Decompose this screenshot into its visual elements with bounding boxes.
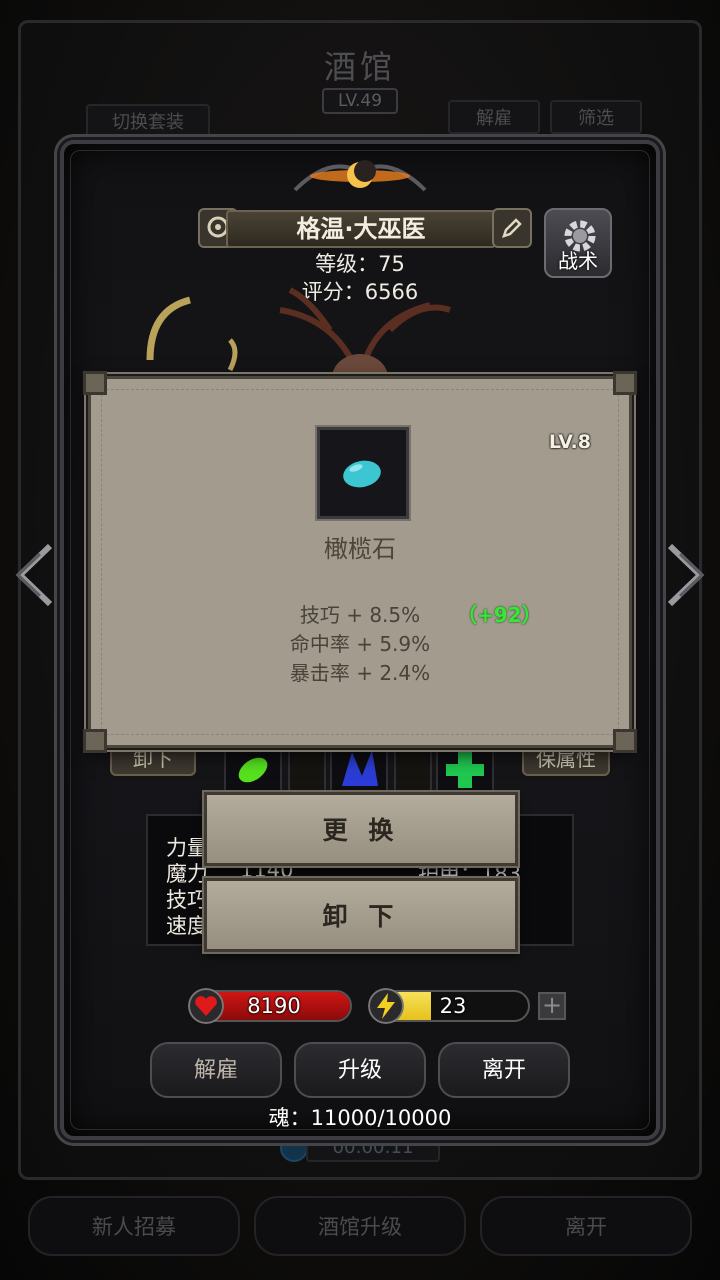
leave-button[interactable]: 离开 [438,1042,570,1098]
attr-speed: 速度 [166,914,208,938]
unequip-button[interactable]: 卸 下 [204,878,518,952]
replace-button[interactable]: 更 换 [204,792,518,866]
equip-slot-green-orb[interactable] [224,744,282,794]
popup-corner-decoration [613,729,637,753]
gem-stat-skill: 技巧 + 8.5% [299,603,421,627]
switch-outfit-button: 切换套装 [86,104,210,138]
edit-icon[interactable] [492,208,532,248]
upgrade-button[interactable]: 升级 [294,1042,426,1098]
tavern-level-badge: LV.49 [322,88,398,114]
gem-name: 橄榄石 [324,535,396,563]
hero-name: 格温·大巫医 [226,210,496,248]
gem-stat-crit: 暴击率 + 2.4% [289,661,431,685]
tavern-title: 酒馆 [323,48,396,86]
popup-corner-decoration [613,371,637,395]
equip-slot-blue-crystal[interactable] [330,744,388,794]
gem-bonus: （+92） [457,603,542,627]
background-leave-button: 离开 [480,1196,692,1256]
gem-level: LV.8 [548,431,591,453]
popup-corner-decoration [83,729,107,753]
add-energy-button[interactable]: + [538,992,566,1020]
soul-counter: 魂：11000/10000 [268,1106,452,1130]
gem-icon-frame [317,427,409,519]
lightning-icon [368,988,404,1024]
dismiss-button[interactable]: 解雇 [150,1042,282,1098]
chevron-right-icon[interactable] [662,540,710,610]
hero-level: 等级：75 [315,252,405,276]
equip-slot-green-cross[interactable] [436,744,494,794]
equip-slot-empty-2[interactable] [394,744,432,794]
heart-icon [188,988,224,1024]
popup-corner-decoration [83,371,107,395]
upgrade-tavern-button: 酒馆升级 [254,1196,466,1256]
gem-stat-hit: 命中率 + 5.9% [289,632,431,656]
moon-ornament-icon [293,160,427,192]
olivine-gem-icon [343,460,381,488]
hero-portrait [146,287,451,390]
gem-info-popup: LV.8 橄榄石 技巧 + 8.5% 命中率 + 5.9% 暴击率 + 2.4%… [83,371,637,753]
filter-button: 筛选 [550,100,642,134]
background-dismiss-button: 解雇 [448,100,540,134]
equip-slot-empty[interactable] [288,744,326,794]
recruit-button: 新人招募 [28,1196,240,1256]
chevron-left-icon[interactable] [10,540,58,610]
